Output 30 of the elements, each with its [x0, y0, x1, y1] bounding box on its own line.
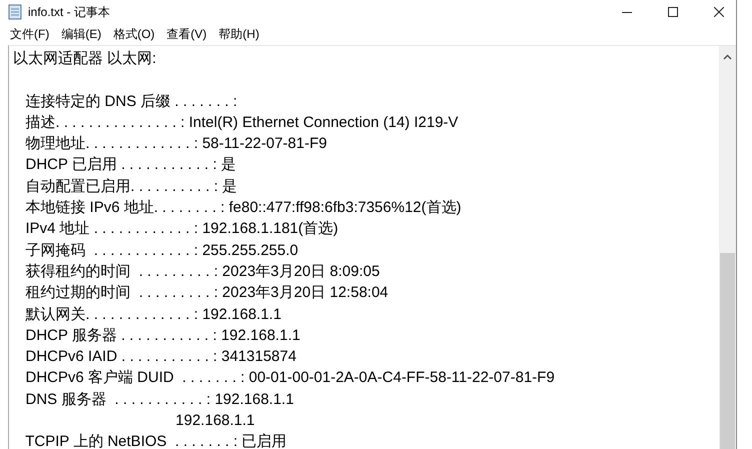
- maximize-icon[interactable]: [668, 7, 678, 17]
- menu-item[interactable]: 帮助(H): [212, 24, 266, 45]
- text-line: TCPIP 上的 NetBIOS . . . . . . . : 已启用: [24, 432, 288, 449]
- close-icon[interactable]: [714, 7, 724, 17]
- text-line: 连接特定的 DNS 后缀 . . . . . . . :: [24, 92, 238, 112]
- menu-item[interactable]: 编辑(E): [55, 24, 108, 45]
- text-line: DNS 服务器 . . . . . . . . . . . : 192.168.1.1: [24, 390, 295, 410]
- text-line: 192.168.1.1: [174, 411, 256, 432]
- text-line: 租约过期的时间 . . . . . . . . . : 2023年3月20日 12:58:04: [24, 283, 390, 304]
- window-title: info.txt - 记事本: [28, 4, 110, 20]
- menu-item[interactable]: 文件(F): [4, 24, 56, 45]
- text-line: 默认网关. . . . . . . . . . . . . : 192.168.1.1: [24, 304, 282, 325]
- text-line: DHCP 服务器 . . . . . . . . . . . : 192.168.1.1: [24, 326, 302, 346]
- text-line: DHCPv6 客户端 DUID . . . . . . . : 00-01-00-01-2A-0A-C4-FF-58-11-22-07-81-F9: [24, 368, 556, 388]
- text-line: 子网掩码 . . . . . . . . . . . . : 255.255.255.0: [24, 240, 300, 261]
- text-line: 自动配置已启用. . . . . . . . . . : 是: [24, 176, 238, 197]
- text-line: DHCPv6 IAID . . . . . . . . . . . : 341315874: [24, 347, 298, 368]
- text-line: 本地链接 IPv6 地址. . . . . . . . : fe80::477:ff98:6fb3:7356%12(首选): [24, 198, 462, 218]
- scrollbar[interactable]: [719, 46, 736, 449]
- text-line: 物理地址. . . . . . . . . . . . . : 58-11-22-07-81-F9: [24, 134, 328, 154]
- notepad-icon: [8, 4, 22, 20]
- scroll-thumb[interactable]: [720, 253, 735, 449]
- menu-item[interactable]: 格式(O): [107, 24, 161, 45]
- text-line: DHCP 已启用 . . . . . . . . . . . : 是: [24, 155, 238, 176]
- text-line: 描述. . . . . . . . . . . . . . . : Intel(R) Ethernet Connection (14) I219-V: [24, 112, 460, 133]
- text-line: IPv4 地址 . . . . . . . . . . . . : 192.168.1.181(首选): [24, 219, 340, 240]
- scroll-up-icon[interactable]: [723, 54, 732, 60]
- text-line: 以太网适配器 以太网:: [13, 49, 158, 69]
- text-line: 获得租约的时间 . . . . . . . . . : 2023年3月20日 8:09:05: [24, 262, 381, 282]
- menu-item[interactable]: 查看(V): [160, 24, 213, 45]
